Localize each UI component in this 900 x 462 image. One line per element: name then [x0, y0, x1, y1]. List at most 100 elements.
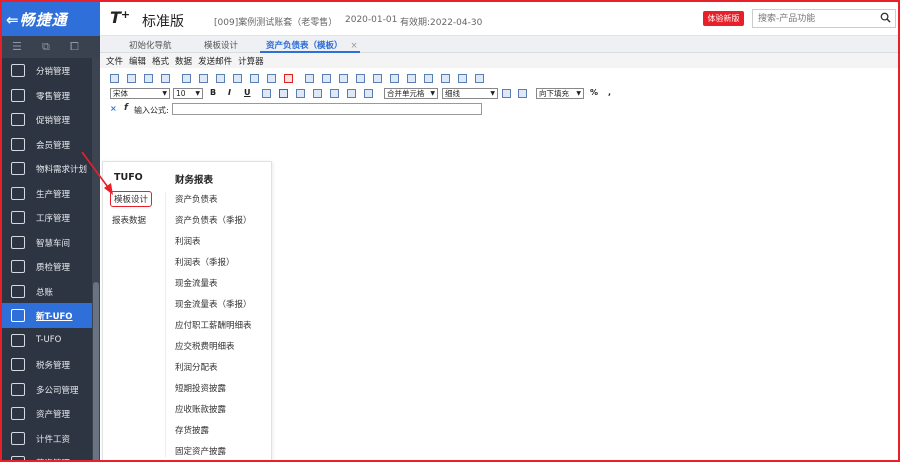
sidebar-item[interactable]: 会员管理 — [2, 132, 100, 157]
font-size-select[interactable]: 10 ▼ — [173, 88, 203, 99]
sidebar-item[interactable]: 分销管理 — [2, 58, 100, 83]
menu-format[interactable]: 格式 — [152, 55, 169, 67]
sidebar-item[interactable]: 质检管理 — [2, 254, 100, 279]
collapse-icon[interactable]: ⧉ — [42, 40, 50, 54]
menu-calculator[interactable]: 计算器 — [238, 55, 264, 67]
sidebar-item-label: 物料需求计划 — [36, 165, 88, 175]
save-icon[interactable] — [110, 74, 119, 83]
border-style-select[interactable]: 细线 ▼ — [442, 88, 498, 99]
delete-icon[interactable] — [284, 74, 293, 83]
sum-row-icon[interactable] — [458, 74, 467, 83]
valign-icon[interactable] — [364, 89, 373, 98]
tab-init-guide[interactable]: 初始化导航 — [129, 39, 172, 51]
sidebar-item[interactable]: 促销管理 — [2, 107, 100, 132]
find-icon[interactable] — [322, 74, 331, 83]
bank-icon — [11, 407, 25, 420]
menu-edit[interactable]: 编辑 — [129, 55, 146, 67]
underline-button[interactable]: U — [244, 88, 251, 97]
fill-down-select[interactable]: 向下填充 ▼ — [536, 88, 584, 99]
cube-icon — [11, 162, 25, 175]
cancel-formula-icon[interactable]: × — [110, 104, 117, 113]
report-item[interactable]: 应收账款披露 — [175, 403, 226, 415]
sort-asc-icon[interactable] — [356, 74, 365, 83]
report-item[interactable]: 现金流量表 — [175, 277, 218, 289]
preview-icon[interactable] — [144, 74, 153, 83]
fill-color-icon[interactable] — [262, 89, 271, 98]
align-right-icon[interactable] — [347, 89, 356, 98]
comma-button[interactable]: , — [608, 88, 611, 97]
brush-icon[interactable] — [518, 89, 527, 98]
insert-col-icon[interactable] — [407, 74, 416, 83]
report-item[interactable]: 应交税费明细表 — [175, 340, 235, 352]
sidebar-item[interactable]: 多公司管理 — [2, 377, 100, 402]
close-tab-icon[interactable]: × — [351, 41, 358, 51]
insert-row-icon[interactable] — [390, 74, 399, 83]
bold-button[interactable]: B — [210, 88, 216, 97]
copy-icon[interactable] — [250, 74, 259, 83]
replace-icon[interactable] — [339, 74, 348, 83]
sidebar-item[interactable]: 新T-UFO — [2, 303, 100, 328]
tab-balance-sheet-template[interactable]: 资产负债表（模板） × — [266, 39, 358, 51]
tab-template-design[interactable]: 模板设计 — [204, 39, 238, 51]
sidebar-item[interactable]: 物料需求计划 — [2, 156, 100, 181]
report-item[interactable]: 利润表（季报） — [175, 256, 235, 268]
report-item[interactable]: 现金流量表（季报） — [175, 298, 252, 310]
template-design-item[interactable]: 模板设计 — [110, 191, 153, 207]
formula-input[interactable] — [172, 103, 482, 115]
border-icon[interactable] — [296, 89, 305, 98]
menu-icon[interactable]: ☰ — [12, 40, 22, 53]
font-color-icon[interactable] — [279, 89, 288, 98]
report-item[interactable]: 资产负债表 — [175, 193, 218, 205]
sum-col-icon[interactable] — [475, 74, 484, 83]
report-item[interactable]: 利润表 — [175, 235, 201, 247]
format-painter-icon[interactable] — [305, 74, 314, 83]
sidebar-item[interactable]: 薪资管理 — [2, 450, 100, 460]
report-item[interactable]: 利润分配表 — [175, 361, 218, 373]
cut-icon[interactable] — [233, 74, 242, 83]
brand-logo[interactable]: ⇐畅捷通 — [2, 2, 100, 36]
report-item[interactable]: 存货披露 — [175, 424, 209, 436]
clear-icon[interactable] — [502, 89, 511, 98]
align-left-icon[interactable] — [313, 89, 322, 98]
sidebar-item[interactable]: 计件工资 — [2, 426, 100, 451]
align-center-icon[interactable] — [330, 89, 339, 98]
report-item[interactable]: 资产负债表（季报） — [175, 214, 252, 226]
redo-icon[interactable] — [199, 74, 208, 83]
menu-data[interactable]: 数据 — [175, 55, 192, 67]
sidebar-item[interactable]: T-UFO — [2, 328, 100, 353]
sidebar-item[interactable]: 工序管理 — [2, 205, 100, 230]
sidebar-item[interactable]: 总账 — [2, 279, 100, 304]
sort-desc-icon[interactable] — [373, 74, 382, 83]
undo-icon[interactable] — [182, 74, 191, 83]
search-icon[interactable] — [880, 12, 891, 23]
open-icon[interactable] — [127, 74, 136, 83]
print-icon[interactable] — [161, 74, 170, 83]
paste-icon[interactable] — [267, 74, 276, 83]
report-item[interactable]: 固定资产披露 — [175, 445, 226, 457]
italic-button[interactable]: I — [228, 88, 231, 97]
chevron-down-icon: ▼ — [195, 90, 200, 97]
grid-icon[interactable] — [424, 74, 433, 83]
new-icon[interactable] — [216, 74, 225, 83]
sidebar-item[interactable]: 生产管理 — [2, 181, 100, 206]
font-select[interactable]: 宋体 ▼ — [110, 88, 170, 99]
sidebar-item[interactable]: 资产管理 — [2, 401, 100, 426]
sidebar-item[interactable]: 智慧车间 — [2, 230, 100, 255]
new-window-icon[interactable]: ⧠ — [70, 40, 79, 54]
trial-new-version-button[interactable]: 体验新版 — [703, 11, 744, 26]
search-input[interactable] — [753, 10, 873, 27]
report-item[interactable]: 短期投资披露 — [175, 382, 226, 394]
menu-send-mail[interactable]: 发送邮件 — [198, 55, 232, 67]
sidebar-scrollbar[interactable] — [92, 58, 100, 460]
merge-cells-select[interactable]: 合并单元格 ▼ — [384, 88, 438, 99]
sidebar-item[interactable]: 零售管理 — [2, 83, 100, 108]
menu-file[interactable]: 文件 — [106, 55, 123, 67]
percent-button[interactable]: % — [590, 88, 598, 97]
fx-icon[interactable]: f — [124, 103, 128, 113]
sum-icon[interactable] — [441, 74, 450, 83]
sidebar-item[interactable]: 税务管理 — [2, 352, 100, 377]
report-data-item[interactable]: 报表数据 — [112, 214, 146, 226]
scrollbar-thumb[interactable] — [93, 282, 99, 460]
report-item[interactable]: 应付职工薪酬明细表 — [175, 319, 252, 331]
sidebar-item-label: 生产管理 — [36, 189, 71, 200]
